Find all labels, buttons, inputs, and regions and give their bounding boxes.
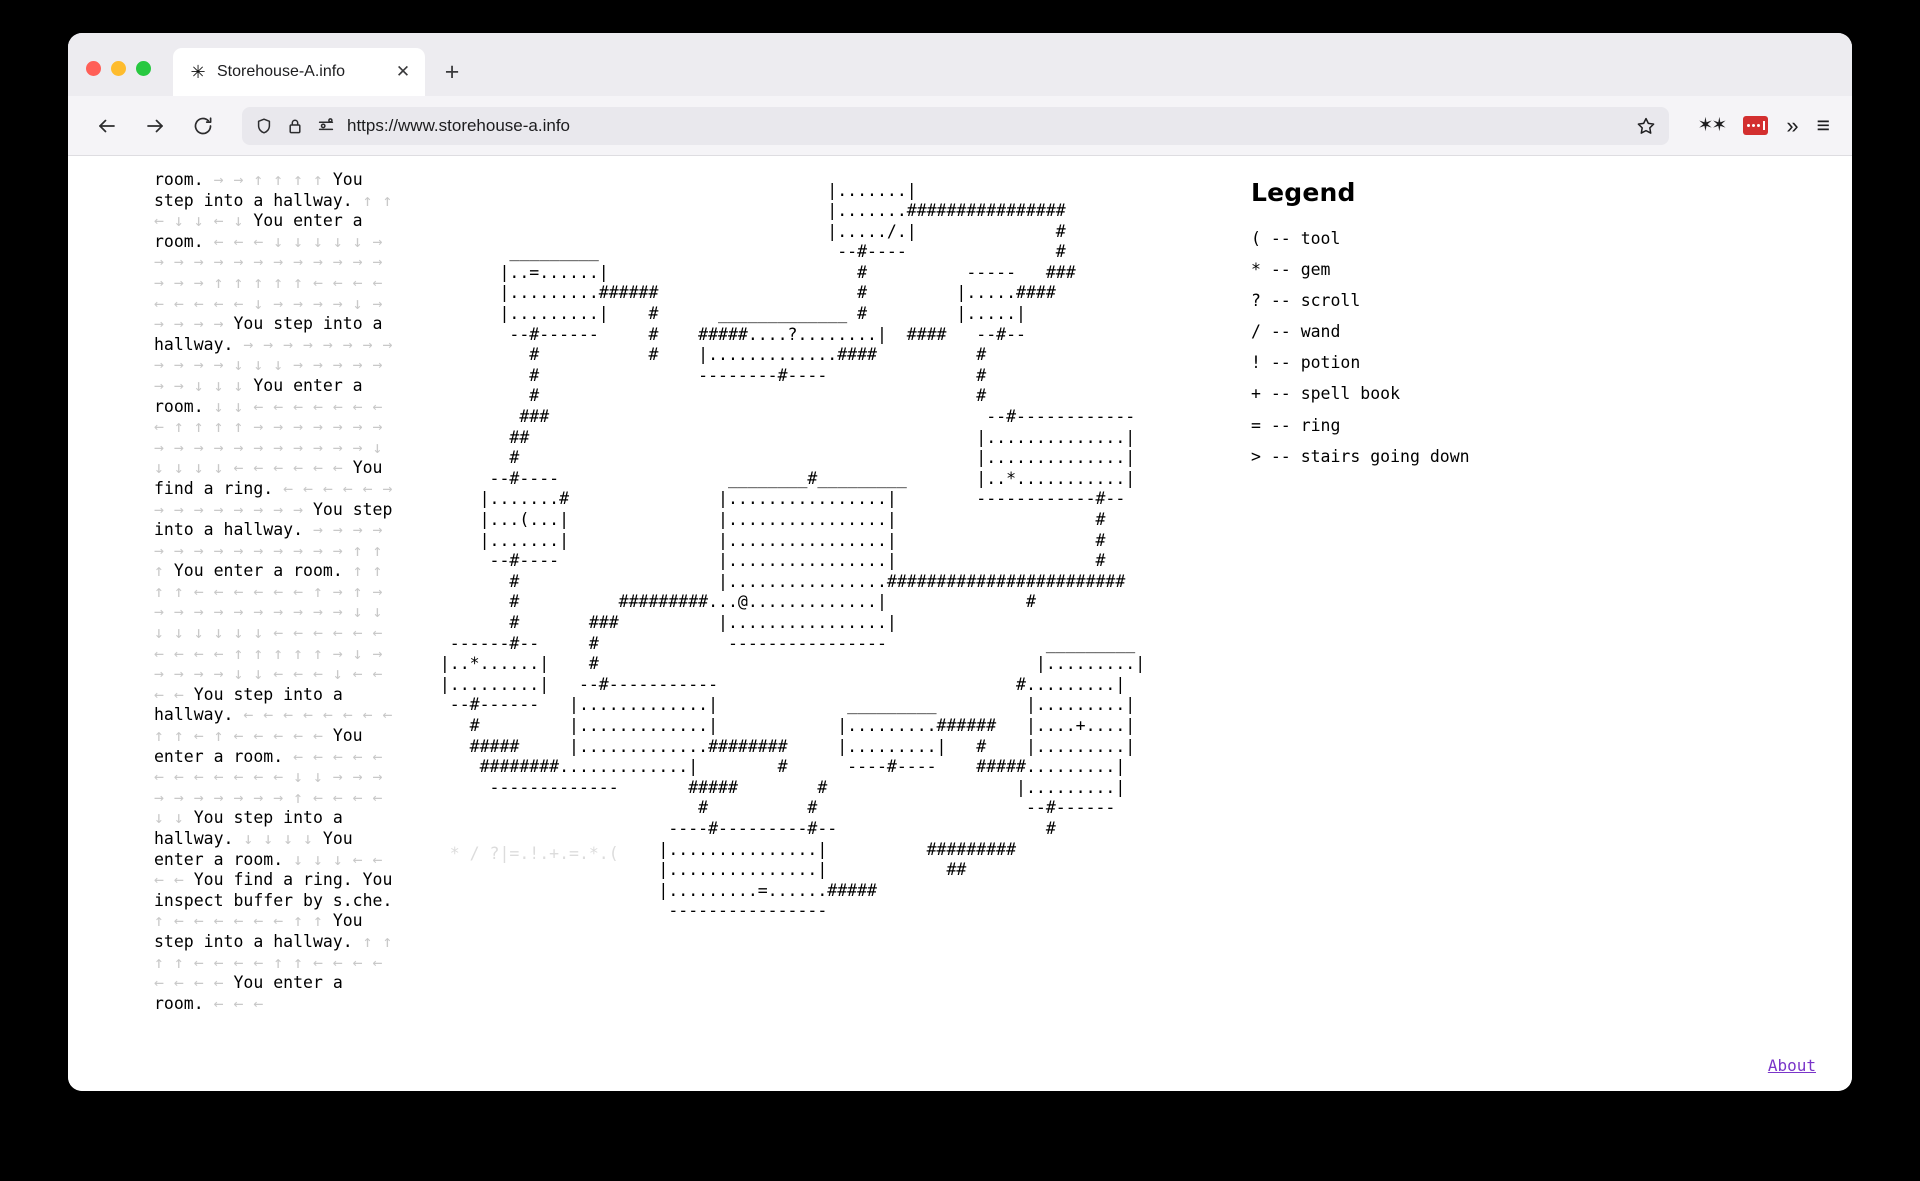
log-movement-noise: ↓ ↓ ↓ ↓ [243, 829, 323, 848]
toolbar-right-icons: ✶✶ » ≡ [1691, 112, 1830, 139]
legend-rows: ( -- tool * -- gem? -- scroll / -- wand! -… [1251, 229, 1531, 467]
legend-meaning: gem [1300, 260, 1331, 280]
bookmark-star-icon[interactable] [1635, 115, 1657, 137]
tab-favicon-icon: ✳ [190, 62, 206, 82]
legend-item: * -- gem [1251, 260, 1531, 281]
ascii-dungeon-map: |.......| |.......################ |....… [439, 180, 1146, 921]
legend-symbol: / [1251, 322, 1261, 342]
lock-icon[interactable] [285, 116, 305, 136]
back-button[interactable] [90, 109, 124, 143]
shield-icon[interactable] [254, 116, 274, 136]
legend-separator: -- [1260, 353, 1301, 373]
legend-separator: -- [1260, 446, 1301, 466]
zoom-window-button[interactable] [136, 61, 151, 76]
new-tab-button[interactable]: + [435, 55, 469, 89]
legend-meaning: ring [1300, 415, 1341, 435]
close-tab-icon[interactable]: ✕ [393, 62, 413, 82]
message-log: room. → → ↑ ↑ ↑ ↑ You step into a hallwa… [154, 170, 402, 1014]
dot [1751, 124, 1755, 127]
legend-symbol: > [1251, 446, 1261, 466]
log-message: You enter a room. [173, 561, 353, 581]
browser-window: ✳ Storehouse-A.info ✕ + https://www.stor… [68, 33, 1852, 1091]
legend-item: + -- spell book [1251, 384, 1531, 405]
extension-star-icon[interactable]: ✶✶ [1697, 114, 1727, 137]
legend-separator: -- [1260, 260, 1301, 280]
legend-item: ( -- tool [1251, 229, 1531, 250]
legend-separator: -- [1260, 322, 1301, 342]
legend-meaning: wand [1300, 322, 1341, 342]
about-link[interactable]: About [1768, 1056, 1816, 1075]
log-movement-noise: ↑ ← ← ← ← ← ← ↑ ↑ [154, 911, 333, 931]
legend-meaning: spell book [1300, 384, 1401, 404]
back-arrow-icon [99, 119, 115, 132]
overflow-chevrons-icon[interactable]: » [1786, 113, 1798, 139]
legend-meaning: tool [1300, 229, 1341, 248]
legend-item: > -- stairs going down [1251, 447, 1531, 468]
minimize-window-button[interactable] [111, 61, 126, 76]
caret [1762, 121, 1765, 130]
legend-title: Legend [1251, 178, 1356, 207]
desktop-backdrop: ✳ Storehouse-A.info ✕ + https://www.stor… [0, 0, 1920, 1181]
tab-strip: ✳ Storehouse-A.info ✕ + [68, 33, 1852, 96]
legend-item: ? -- scroll [1251, 291, 1531, 312]
reload-button[interactable] [186, 109, 220, 143]
page-content: room. → → ↑ ↑ ↑ ↑ You step into a hallwa… [68, 156, 1852, 1091]
log-movement-noise: → → ↑ ↑ ↑ ↑ [213, 170, 333, 189]
legend-meaning: stairs going down [1300, 446, 1470, 466]
url-text[interactable]: https://www.storehouse-a.info [347, 116, 1624, 136]
app-menu-icon[interactable]: ≡ [1817, 112, 1830, 139]
log-message: room. [154, 170, 214, 189]
legend-meaning: potion [1300, 353, 1361, 373]
window-traffic-lights [86, 61, 151, 96]
legend-symbol: = [1251, 415, 1261, 435]
browser-tab[interactable]: ✳ Storehouse-A.info ✕ [173, 48, 425, 96]
legend-item: = -- ring [1251, 416, 1531, 437]
legend-symbol: * [1251, 260, 1261, 280]
tab-title: Storehouse-A.info [217, 63, 346, 80]
url-bar[interactable]: https://www.storehouse-a.info [242, 106, 1670, 145]
log-movement-noise: ← ← ← [213, 993, 264, 1013]
legend-symbol: ? [1251, 291, 1261, 311]
legend-item: / -- wand [1251, 322, 1531, 343]
navigation-toolbar: https://www.storehouse-a.info ✶✶ » ≡ [68, 96, 1852, 156]
password-manager-extension-icon[interactable] [1743, 116, 1769, 135]
reload-arrow-icon [194, 116, 212, 134]
legend-separator: -- [1260, 291, 1301, 311]
legend-symbol: ( [1251, 229, 1261, 248]
close-window-button[interactable] [86, 61, 101, 76]
legend-item: ! -- potion [1251, 353, 1531, 374]
legend-separator: -- [1260, 415, 1301, 435]
permissions-icon[interactable] [316, 116, 336, 136]
log-movement-noise: ↑ ↑ ↑ ↑ ← ← ← ← ← ← ↑ → ↑ → → → → → → → … [154, 561, 383, 704]
legend-symbol: + [1251, 384, 1261, 404]
dot [1746, 124, 1750, 127]
legend-separator: -- [1260, 229, 1301, 248]
legend-meaning: scroll [1300, 291, 1361, 311]
legend-separator: -- [1260, 384, 1301, 404]
legend-panel: Legend ( -- tool * -- gem? -- scroll / -- … [1251, 178, 1531, 478]
forward-arrow-icon [147, 119, 163, 132]
legend-symbol: ! [1251, 353, 1261, 373]
forward-button[interactable] [138, 109, 172, 143]
dot [1756, 124, 1760, 127]
